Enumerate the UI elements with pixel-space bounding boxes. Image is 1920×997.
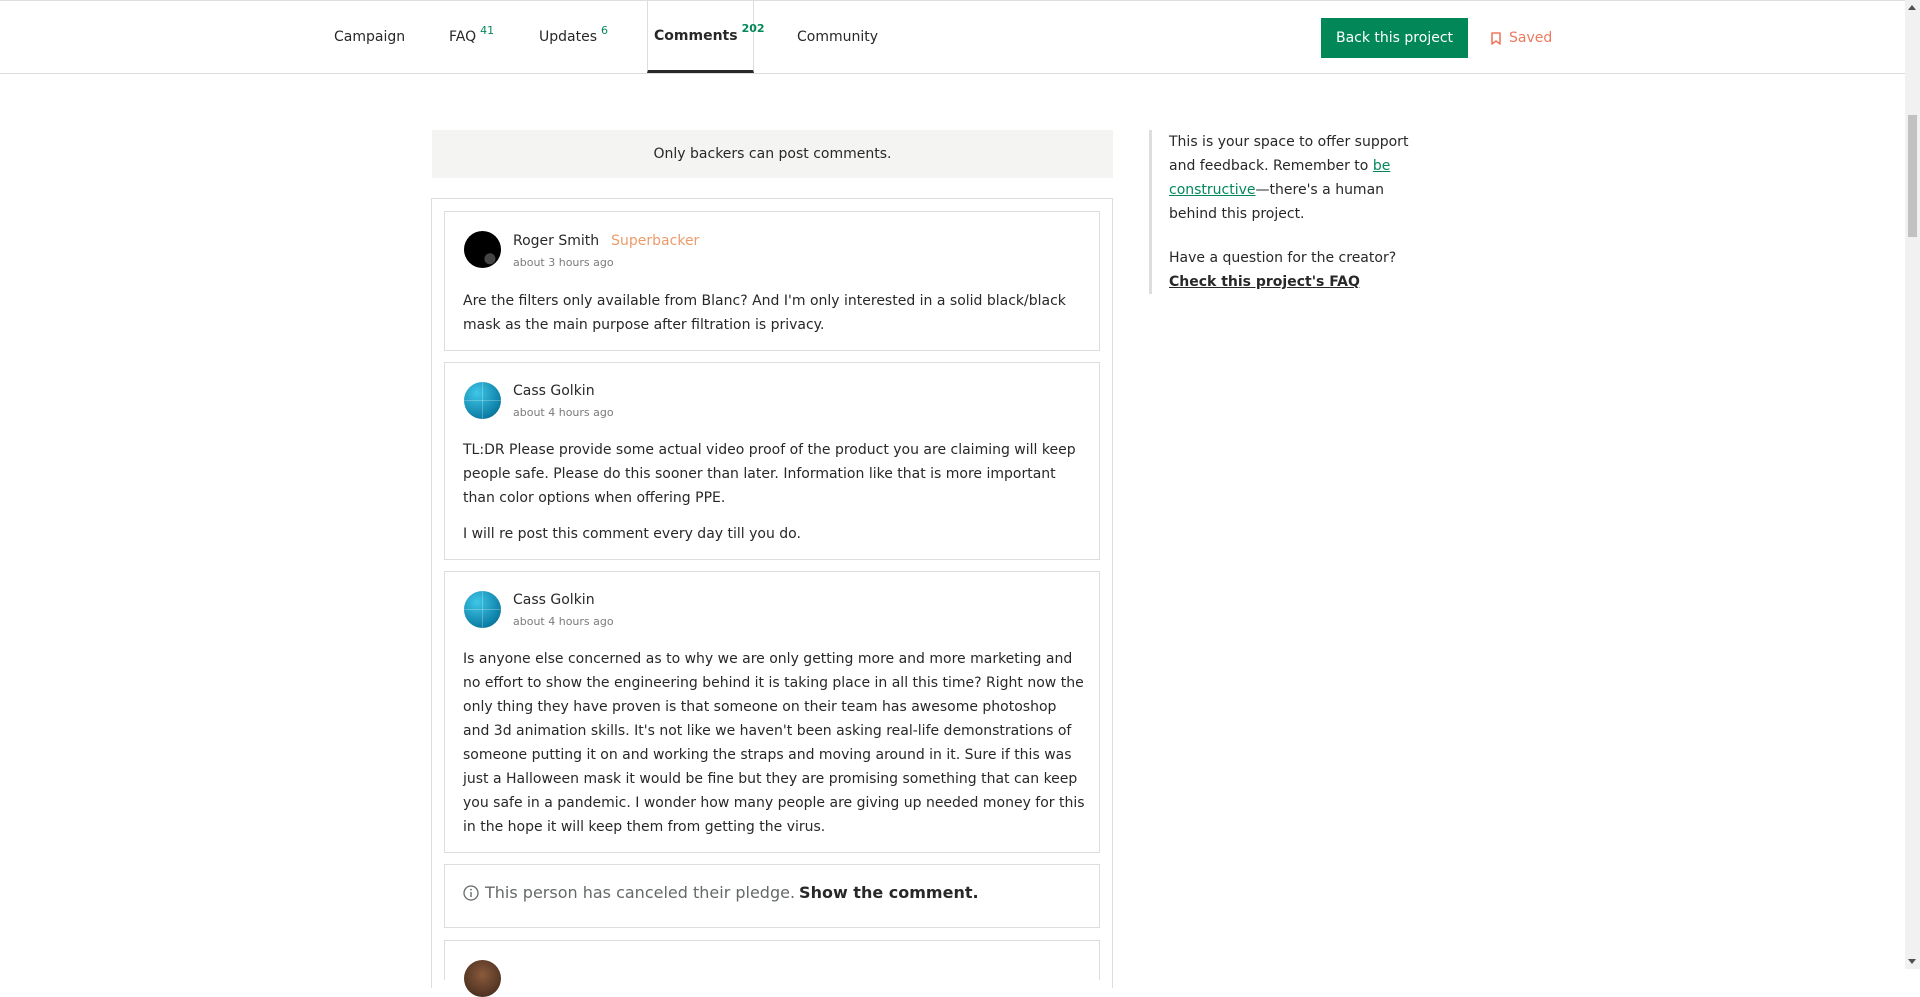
show-comment-link[interactable]: Show the comment.	[799, 883, 979, 902]
tab-updates-label: Updates	[539, 29, 597, 45]
avatar[interactable]	[464, 231, 501, 268]
tab-comments[interactable]: Comments 202	[647, 1, 765, 73]
comment-author: Roger Smith Superbacker	[513, 233, 699, 249]
comments-guidelines: This is your space to offer support and …	[1149, 130, 1429, 294]
comment-paragraph: Are the filters only available from Blan…	[463, 293, 1066, 333]
author-name[interactable]: Roger Smith	[513, 233, 599, 249]
comment-paragraph: Is anyone else concerned as to why we ar…	[463, 651, 1085, 835]
page-scrollbar[interactable]	[1905, 0, 1920, 969]
scroll-up-arrow-icon[interactable]	[1908, 5, 1916, 10]
check-faq-link[interactable]: Check this project's FAQ	[1169, 270, 1429, 294]
bookmark-icon	[1491, 31, 1501, 45]
comment-body: Is anyone else concerned as to why we ar…	[463, 647, 1085, 851]
canceled-notice: This person has canceled their pledge. S…	[463, 883, 979, 902]
comment-card: Cass Golkin about 4 hours ago TL:DR Plea…	[444, 362, 1100, 560]
guidelines-text: This is your space to offer support and …	[1169, 130, 1429, 226]
tab-comments-label: Comments	[654, 27, 738, 44]
canceled-text: This person has canceled their pledge.	[485, 883, 796, 902]
comment-card: Roger Smith Superbacker about 3 hours ago…	[444, 211, 1100, 351]
comment-paragraph: I will re post this comment every day ti…	[463, 526, 801, 542]
comment-paragraph: TL:DR Please provide some actual video p…	[463, 442, 1076, 506]
scroll-thumb[interactable]	[1908, 115, 1917, 237]
avatar[interactable]	[464, 382, 501, 419]
tab-community[interactable]: Community	[797, 1, 878, 73]
saved-button[interactable]: Saved	[1491, 28, 1552, 48]
canceled-comment-card: This person has canceled their pledge. S…	[444, 864, 1100, 928]
back-project-button[interactable]: Back this project	[1321, 18, 1468, 58]
creator-question: Have a question for the creator?	[1169, 250, 1397, 266]
comment-author: Cass Golkin	[513, 592, 595, 608]
tab-updates[interactable]: Updates 6	[539, 1, 608, 73]
tab-faq-count: 41	[480, 23, 495, 37]
tab-comments-count: 202	[741, 22, 765, 35]
avatar[interactable]	[464, 591, 501, 628]
tab-faq[interactable]: FAQ 41	[449, 1, 494, 73]
author-name[interactable]: Cass Golkin	[513, 383, 595, 399]
tab-community-label: Community	[797, 29, 879, 45]
tab-campaign-label: Campaign	[334, 29, 406, 45]
scroll-down-arrow-icon[interactable]	[1908, 959, 1916, 964]
tab-updates-count: 6	[601, 23, 608, 37]
comment-body: TL:DR Please provide some actual video p…	[463, 438, 1085, 558]
avatar[interactable]	[464, 960, 501, 997]
backers-only-notice: Only backers can post comments.	[432, 130, 1113, 178]
project-nav: Campaign FAQ 41 Updates 6 Comments 202 C…	[0, 1, 1905, 74]
info-icon	[463, 884, 479, 901]
comment-time: about 4 hours ago	[513, 406, 614, 419]
tab-campaign[interactable]: Campaign	[334, 1, 405, 73]
saved-label: Saved	[1509, 30, 1553, 46]
comment-card: Cass Golkin about 4 hours ago Is anyone …	[444, 571, 1100, 853]
superbacker-badge: Superbacker	[611, 233, 700, 249]
comment-body: Are the filters only available from Blan…	[463, 289, 1085, 349]
comment-time: about 4 hours ago	[513, 615, 614, 628]
tab-faq-label: FAQ	[449, 29, 477, 45]
comment-author: Cass Golkin	[513, 383, 595, 399]
author-name[interactable]: Cass Golkin	[513, 592, 595, 608]
comment-time: about 3 hours ago	[513, 256, 614, 269]
comment-card	[444, 940, 1100, 997]
